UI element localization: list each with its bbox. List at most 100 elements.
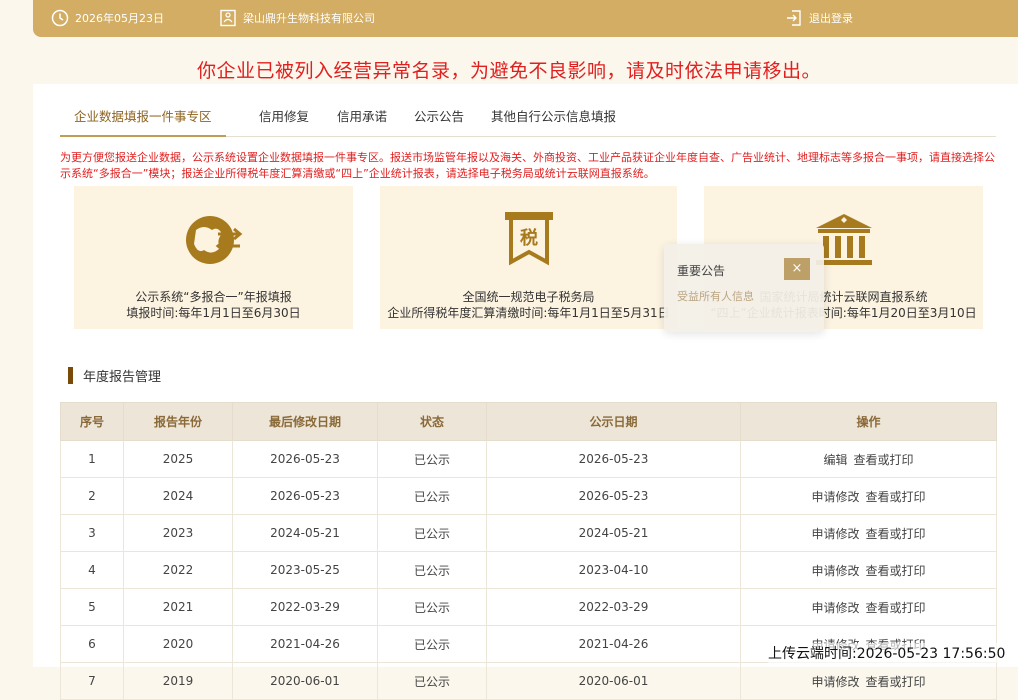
cell-no: 6 bbox=[60, 625, 124, 663]
cell-no: 2 bbox=[60, 477, 124, 515]
cell-published: 2026-05-23 bbox=[486, 440, 741, 478]
cell-actions: 申请修改查看或打印 bbox=[740, 514, 997, 552]
cell-year: 2020 bbox=[123, 625, 233, 663]
table-row: 1 2025 2026-05-23 已公示 2026-05-23 编辑 查看或打印 bbox=[60, 440, 997, 478]
cell-status: 已公示 bbox=[377, 514, 487, 552]
col-header-modified: 最后修改日期 bbox=[232, 402, 378, 441]
edit-link[interactable]: 编辑 bbox=[823, 453, 847, 467]
tax-icon: 税 bbox=[504, 212, 553, 266]
cell-published: 2024-05-21 bbox=[486, 514, 741, 552]
cell-no: 5 bbox=[60, 588, 124, 626]
section-title: 年度报告管理 bbox=[83, 369, 162, 385]
tab-bar: 企业数据填报一件事专区 信用修复 信用承诺 公示公告 其他自行公示信息填报 bbox=[60, 103, 996, 137]
logout-button[interactable]: 退出登录 bbox=[785, 9, 853, 27]
col-header-published: 公示日期 bbox=[486, 402, 741, 441]
card-e-tax-bureau[interactable]: 税 全国统一规范电子税务局 企业所得税年度汇算清缴时间:每年1月1日至5月31日 bbox=[380, 186, 677, 329]
tab-credit-repair[interactable]: 信用修复 bbox=[259, 103, 309, 135]
filing-notice: 为更方便您报送企业数据，公示系统设置企业数据填报一件事专区。报送市场监管年报以及… bbox=[60, 151, 995, 180]
col-header-no: 序号 bbox=[60, 402, 124, 441]
tab-credit-commitment[interactable]: 信用承诺 bbox=[337, 103, 387, 135]
cell-actions: 申请修改查看或打印 bbox=[740, 551, 997, 589]
card-annual-report-title: 公示系统“多报合一”年报填报 bbox=[135, 290, 292, 304]
cell-year: 2021 bbox=[123, 588, 233, 626]
cell-year: 2023 bbox=[123, 514, 233, 552]
company-display: 梁山鼎升生物科技有限公司 bbox=[219, 9, 375, 27]
cell-actions: 申请修改查看或打印 bbox=[740, 477, 997, 515]
view-print-link[interactable]: 查看或打印 bbox=[866, 490, 926, 504]
cell-year: 2024 bbox=[123, 477, 233, 515]
date-display: 2026年05月23日 bbox=[51, 9, 164, 27]
cell-status: 已公示 bbox=[377, 588, 487, 626]
cell-no: 4 bbox=[60, 551, 124, 589]
table-row: 2 2024 2026-05-23 已公示 2026-05-23 申请修改 查看或… bbox=[60, 477, 997, 515]
view-print-link[interactable]: 查看或打印 bbox=[866, 675, 926, 689]
cell-actions: 编辑 查看或打印 bbox=[740, 440, 997, 478]
request-modify-link[interactable]: 申请修改 bbox=[811, 601, 859, 615]
cell-modified: 2022-03-29 bbox=[232, 588, 378, 626]
company-name: 梁山鼎升生物科技有限公司 bbox=[243, 12, 375, 25]
cell-status: 已公示 bbox=[377, 625, 487, 663]
cell-year: 2022 bbox=[123, 551, 233, 589]
request-modify-link[interactable]: 申请修改 bbox=[811, 564, 859, 578]
table-row: 5 2021 2022-03-29 已公示 2022-03-29 申请修改 查看或… bbox=[60, 588, 997, 626]
company-icon bbox=[220, 9, 236, 27]
cell-published: 2020-06-01 bbox=[486, 662, 741, 700]
cell-status: 已公示 bbox=[377, 440, 487, 478]
section-marker bbox=[68, 366, 73, 384]
cell-actions: 申请修改查看或打印 bbox=[740, 662, 997, 700]
cell-status: 已公示 bbox=[377, 477, 487, 515]
table-row: 7 2019 2020-06-01 已公示 2020-06-01 申请修改 查看或… bbox=[60, 662, 997, 700]
cell-actions: 申请修改查看或打印 bbox=[740, 588, 997, 626]
view-print-link[interactable]: 查看或打印 bbox=[866, 601, 926, 615]
card-annual-report-time: 填报时间:每年1月1日至6月30日 bbox=[126, 306, 301, 320]
cell-modified: 2024-05-21 bbox=[232, 514, 378, 552]
cell-published: 2021-04-26 bbox=[486, 625, 741, 663]
table-row: 4 2022 2023-05-25 已公示 2023-04-10 申请修改 查看或… bbox=[60, 551, 997, 589]
view-print-link[interactable]: 查看或打印 bbox=[854, 453, 914, 467]
cell-no: 3 bbox=[60, 514, 124, 552]
clock-icon bbox=[51, 9, 69, 27]
cell-no: 1 bbox=[60, 440, 124, 478]
popup-title: 重要公告 bbox=[677, 264, 726, 278]
logout-icon bbox=[787, 10, 801, 26]
cell-no: 7 bbox=[60, 662, 124, 700]
cell-status: 已公示 bbox=[377, 551, 487, 589]
request-modify-link[interactable]: 申请修改 bbox=[811, 527, 859, 541]
tab-announcements[interactable]: 公示公告 bbox=[414, 103, 464, 135]
col-header-actions: 操作 bbox=[740, 402, 997, 441]
tab-other-disclosure[interactable]: 其他自行公示信息填报 bbox=[491, 103, 616, 135]
cell-published: 2026-05-23 bbox=[486, 477, 741, 515]
table-row: 3 2023 2024-05-21 已公示 2024-05-21 申请修改 查看或… bbox=[60, 514, 997, 552]
view-print-link[interactable]: 查看或打印 bbox=[866, 527, 926, 541]
card-annual-report[interactable]: 公示系统“多报合一”年报填报 填报时间:每年1月1日至6月30日 bbox=[74, 186, 353, 329]
main-panel: 企业数据填报一件事专区 信用修复 信用承诺 公示公告 其他自行公示信息填报 为更… bbox=[33, 84, 1018, 700]
abnormal-list-warning: 你企业已被列入经营异常名录，为避免不良影响，请及时依法申请移出。 bbox=[196, 60, 821, 82]
cell-modified: 2023-05-25 bbox=[232, 551, 378, 589]
cell-status: 已公示 bbox=[377, 662, 487, 700]
globe-exchange-icon bbox=[185, 216, 242, 264]
cell-published: 2023-04-10 bbox=[486, 551, 741, 589]
view-print-link[interactable]: 查看或打印 bbox=[866, 564, 926, 578]
cell-published: 2022-03-29 bbox=[486, 588, 741, 626]
top-bar: 2026年05月23日 梁山鼎升生物科技有限公司 退出登录 bbox=[33, 0, 1018, 37]
col-header-year: 报告年份 bbox=[123, 402, 233, 441]
date-text: 2026年05月23日 bbox=[75, 12, 164, 25]
card-e-tax-title: 全国统一规范电子税务局 bbox=[462, 290, 595, 304]
cell-modified: 2026-05-23 bbox=[232, 477, 378, 515]
cell-modified: 2020-06-01 bbox=[232, 662, 378, 700]
cell-modified: 2021-04-26 bbox=[232, 625, 378, 663]
request-modify-link[interactable]: 申请修改 bbox=[811, 490, 859, 504]
cell-modified: 2026-05-23 bbox=[232, 440, 378, 478]
request-modify-link[interactable]: 申请修改 bbox=[811, 675, 859, 689]
cell-year: 2019 bbox=[123, 662, 233, 700]
close-button[interactable]: × bbox=[784, 258, 810, 280]
upload-timestamp: 上传云端时间:2026-05-23 17:56:50 bbox=[768, 643, 1006, 663]
card-e-tax-time: 企业所得税年度汇算清缴时间:每年1月1日至5月31日 bbox=[387, 306, 670, 320]
popup-body: 受益所有人信息 bbox=[677, 290, 754, 303]
tab-data-filing[interactable]: 企业数据填报一件事专区 bbox=[60, 103, 226, 137]
cell-year: 2025 bbox=[123, 440, 233, 478]
col-header-status: 状态 bbox=[377, 402, 487, 441]
annual-report-section: 年度报告管理 bbox=[68, 366, 162, 385]
announcement-popup[interactable]: 重要公告 × 受益所有人信息 bbox=[664, 244, 824, 332]
logout-label: 退出登录 bbox=[809, 12, 853, 25]
